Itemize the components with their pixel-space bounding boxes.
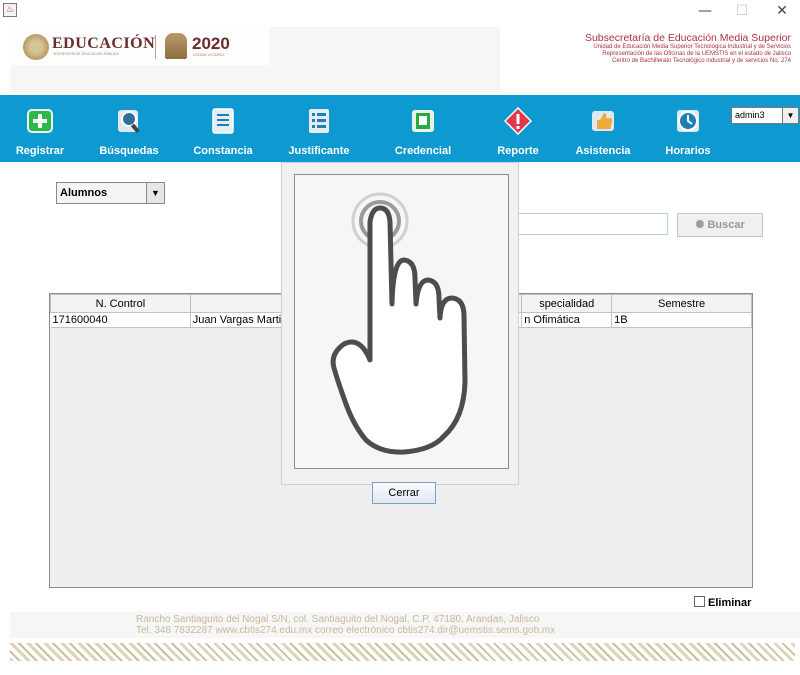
record-type-value: Alumnos bbox=[60, 187, 108, 199]
warning-icon bbox=[504, 107, 532, 135]
toolbar-horarios[interactable]: Horarios bbox=[652, 95, 724, 162]
record-type-select[interactable]: Alumnos ▼ bbox=[56, 182, 165, 204]
search-input[interactable] bbox=[496, 213, 668, 235]
toolbar-label: Justificante bbox=[288, 145, 350, 157]
column-header-especialidad[interactable]: specialidad bbox=[521, 294, 613, 313]
user-dropdown[interactable]: admin3 ▼ bbox=[731, 107, 799, 124]
institution-title: Subsecretaría de Educación Media Superio… bbox=[584, 32, 791, 44]
column-header-control[interactable]: N. Control bbox=[50, 294, 191, 313]
list-document-icon bbox=[309, 109, 329, 133]
logo-divider bbox=[155, 35, 156, 59]
fingerprint-touch-icon bbox=[330, 192, 468, 455]
toolbar-justificante[interactable]: Justificante bbox=[280, 95, 358, 162]
toolbar-label: Reporte bbox=[497, 145, 539, 157]
column-header-semestre[interactable]: Semestre bbox=[611, 294, 752, 313]
institution-line: Representación de las Oficinas de la UEM… bbox=[602, 51, 791, 57]
close-icon[interactable]: ✕ bbox=[767, 0, 797, 22]
document-icon bbox=[212, 108, 234, 134]
toolbar-label: Registrar bbox=[15, 145, 65, 157]
search-icon bbox=[118, 110, 140, 134]
leona-vicario-portrait bbox=[165, 33, 187, 59]
header-band-lower bbox=[10, 65, 500, 92]
thumbs-up-icon bbox=[592, 111, 614, 131]
clock-icon bbox=[677, 110, 699, 132]
logo-subtitle: SECRETARÍA DE EDUCACIÓN PÚBLICA bbox=[53, 52, 119, 56]
year-subtitle: LEONA VICARIO bbox=[193, 52, 224, 57]
toolbar-credencial[interactable]: Credencial bbox=[383, 95, 463, 162]
toolbar-constancia[interactable]: Constancia bbox=[185, 95, 261, 162]
chevron-down-icon: ▼ bbox=[146, 183, 164, 203]
header-band bbox=[270, 27, 500, 65]
footer-line: Tel. 348 7832287 www.cbtis274.edu.mx cor… bbox=[136, 625, 556, 636]
cell-semestre: 1B bbox=[611, 312, 752, 328]
search-button-label: Buscar bbox=[707, 219, 745, 231]
footer-line: Rancho Santiaguito del Nogal S/N, col. S… bbox=[136, 614, 540, 625]
institution-line: Centro de Bachillerato Tecnológico indus… bbox=[612, 58, 791, 64]
maximize-icon[interactable]: ☐ bbox=[727, 0, 757, 22]
eliminar-label: Eliminar bbox=[708, 597, 752, 609]
toolbar-busquedas[interactable]: Búsquedas bbox=[90, 95, 168, 162]
app-icon: ♨ bbox=[3, 3, 17, 17]
institution-block: Subsecretaría de Educación Media Superio… bbox=[585, 32, 791, 65]
footer: Rancho Santiaguito del Nogal S/N, col. S… bbox=[10, 612, 800, 638]
toolbar-asistencia[interactable]: Asistencia bbox=[565, 95, 641, 162]
user-name: admin3 bbox=[735, 110, 765, 120]
toolbar-registrar[interactable]: Registrar bbox=[2, 95, 78, 162]
cell-especialidad: n Ofimática bbox=[521, 312, 613, 328]
add-icon bbox=[27, 109, 53, 133]
search-button[interactable]: ✺ Buscar bbox=[677, 213, 763, 237]
institution-line: Unidad de Educación Media Superior Tecno… bbox=[593, 44, 791, 50]
close-button[interactable]: Cerrar bbox=[372, 482, 436, 504]
toolbar-reporte[interactable]: Reporte bbox=[482, 95, 554, 162]
seal-icon bbox=[23, 34, 49, 60]
toolbar-label: Horarios bbox=[665, 145, 711, 157]
cell-control: 171600040 bbox=[50, 312, 191, 328]
toolbar-label: Credencial bbox=[394, 145, 452, 157]
decorative-pattern bbox=[10, 643, 795, 661]
toolbar-label: Asistencia bbox=[575, 145, 631, 157]
year-logo: 2020 bbox=[192, 34, 230, 53]
eliminar-checkbox[interactable]: Eliminar bbox=[694, 596, 751, 609]
checkbox-box[interactable] bbox=[694, 596, 705, 607]
toolbar-label: Constancia bbox=[193, 145, 253, 157]
toolbar-label: Búsquedas bbox=[99, 145, 159, 157]
chevron-down-icon: ▼ bbox=[782, 108, 798, 123]
id-card-icon bbox=[412, 110, 434, 132]
search-button-icon: ✺ bbox=[695, 219, 705, 231]
logo-text: EDUCACIÓN bbox=[52, 35, 156, 52]
minimize-icon[interactable]: — bbox=[690, 0, 720, 22]
footer-address: Rancho Santiaguito del Nogal S/N, col. S… bbox=[136, 614, 555, 636]
main-toolbar: Registrar Búsquedas Constancia Justifica… bbox=[0, 95, 800, 162]
